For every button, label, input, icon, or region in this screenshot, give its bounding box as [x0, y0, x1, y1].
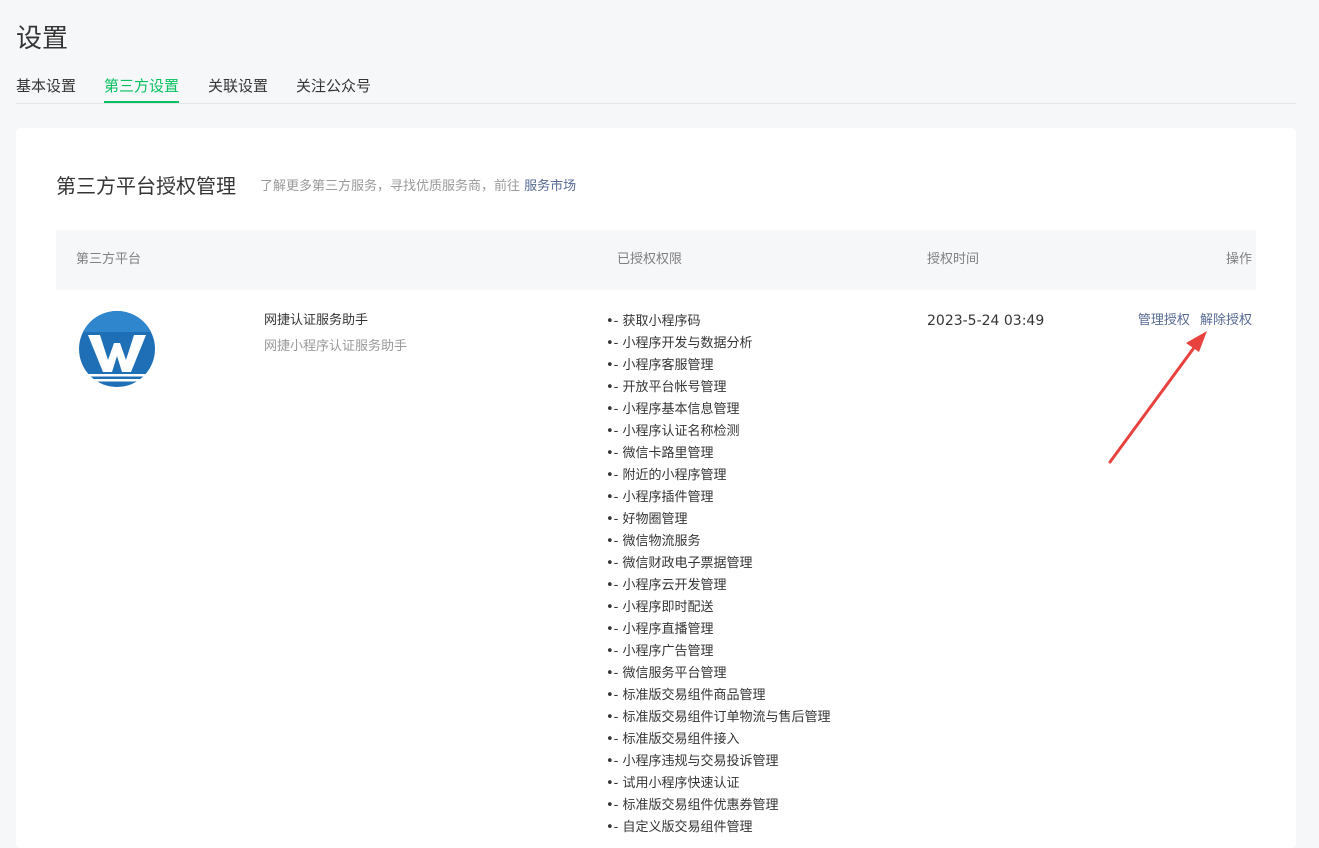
column-header-ops: 操作	[1225, 252, 1252, 267]
permission-item: - 获取小程序码	[606, 311, 831, 333]
manage-authorization-link[interactable]: 管理授权	[1138, 313, 1190, 328]
wangjie-logo-icon	[79, 311, 155, 387]
authorization-time: 2023-5-24 03:49	[927, 313, 1045, 329]
permission-item: - 微信物流服务	[606, 531, 831, 553]
third-party-auth-card: 第三方平台授权管理 了解更多第三方服务，寻找优质服务商，前往 服务市场 第三方平…	[16, 128, 1296, 848]
tab-basic-settings[interactable]: 基本设置	[16, 72, 76, 103]
permission-item: - 小程序直播管理	[606, 619, 831, 641]
permission-item: - 小程序违规与交易投诉管理	[606, 751, 831, 773]
section-description: 了解更多第三方服务，寻找优质服务商，前往 服务市场	[260, 178, 576, 196]
tab-follow-official-account[interactable]: 关注公众号	[296, 72, 371, 103]
permission-item: - 好物圈管理	[606, 509, 831, 531]
column-header-time: 授权时间	[927, 252, 980, 267]
permission-item: - 小程序开发与数据分析	[606, 333, 831, 355]
permission-item: - 附近的小程序管理	[606, 465, 831, 487]
permission-item: - 自定义版交易组件管理	[606, 817, 831, 839]
platform-name: 网捷认证服务助手	[264, 313, 369, 328]
permission-item: - 小程序客服管理	[606, 355, 831, 377]
settings-tabs: 基本设置 第三方设置 关联设置 关注公众号	[16, 72, 1296, 104]
table-header: 第三方平台 已授权权限 授权时间 操作	[56, 230, 1256, 290]
permission-item: - 小程序插件管理	[606, 487, 831, 509]
permission-item: - 小程序即时配送	[606, 597, 831, 619]
section-title: 第三方平台授权管理	[56, 174, 236, 198]
permission-item: - 微信服务平台管理	[606, 663, 831, 685]
section-description-text: 了解更多第三方服务，寻找优质服务商，前往	[260, 179, 521, 194]
service-market-link[interactable]: 服务市场	[524, 179, 576, 194]
permission-item: - 标准版交易组件商品管理	[606, 685, 831, 707]
revoke-authorization-link[interactable]: 解除授权	[1200, 313, 1252, 328]
tab-related-settings[interactable]: 关联设置	[208, 72, 268, 103]
permission-item: - 小程序云开发管理	[606, 575, 831, 597]
platform-description: 网捷小程序认证服务助手	[264, 339, 408, 354]
permission-item: - 试用小程序快速认证	[606, 773, 831, 795]
permission-item: - 微信卡路里管理	[606, 443, 831, 465]
permission-item: - 开放平台帐号管理	[606, 377, 831, 399]
permission-item: - 小程序广告管理	[606, 641, 831, 663]
column-header-platform: 第三方平台	[76, 252, 142, 267]
row-actions: 管理授权 解除授权	[1132, 312, 1252, 330]
permission-item: - 标准版交易组件优惠券管理	[606, 795, 831, 817]
page-title: 设置	[16, 24, 69, 54]
permission-item: - 标准版交易组件接入	[606, 729, 831, 751]
permission-item: - 标准版交易组件订单物流与售后管理	[606, 707, 831, 729]
tab-third-party-settings[interactable]: 第三方设置	[104, 72, 180, 103]
permission-list: - 获取小程序码 - 小程序开发与数据分析 - 小程序客服管理 - 开放平台帐号…	[606, 311, 831, 839]
permission-item: - 微信财政电子票据管理	[606, 553, 831, 575]
column-header-permissions: 已授权权限	[617, 252, 683, 267]
permission-item: - 小程序基本信息管理	[606, 399, 831, 421]
permission-item: - 小程序认证名称检测	[606, 421, 831, 443]
